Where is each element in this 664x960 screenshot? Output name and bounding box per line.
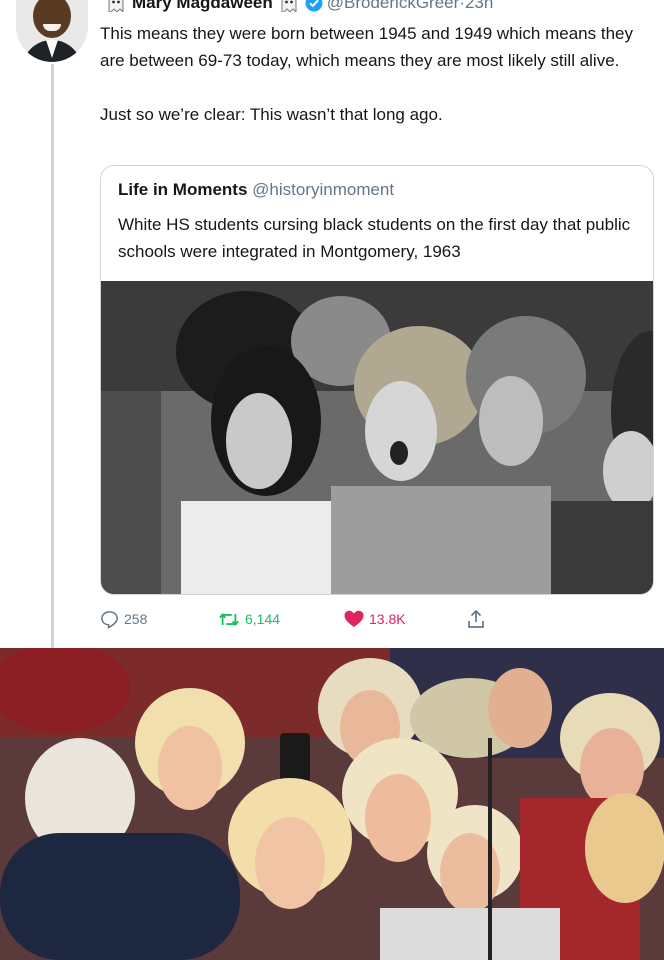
tweet-time[interactable]: 23h xyxy=(465,0,493,13)
quoted-author-handle: @historyinmoment xyxy=(252,180,395,199)
avatar-head xyxy=(33,0,71,38)
tweet-body: This means they were born between 1945 a… xyxy=(100,20,650,128)
tweet-text-paragraph-1: This means they were born between 1945 a… xyxy=(100,24,633,70)
tweet-actions: 258 6,144 13.8K xyxy=(100,608,520,630)
quoted-tweet[interactable]: Life in Moments @historyinmoment White H… xyxy=(100,165,654,595)
retweet-icon xyxy=(219,612,239,626)
ghost-emoji-icon xyxy=(281,0,297,12)
author-name[interactable]: Mary Magdaween xyxy=(132,0,273,13)
ghost-emoji-icon xyxy=(108,0,124,12)
reply-icon xyxy=(101,610,118,629)
like-count: 13.8K xyxy=(369,611,406,627)
retweet-count: 6,144 xyxy=(245,611,281,627)
retweet-button[interactable]: 6,144 xyxy=(218,608,280,630)
like-button[interactable]: 13.8K xyxy=(344,608,406,630)
share-icon xyxy=(468,609,484,628)
quoted-photo[interactable] xyxy=(101,281,653,594)
reply-button[interactable]: 258 xyxy=(100,608,147,630)
tweet-text-paragraph-2: Just so we’re clear: This wasn’t that lo… xyxy=(100,105,443,124)
reply-count: 258 xyxy=(124,611,148,627)
thread-line xyxy=(51,64,54,648)
quoted-author-name: Life in Moments xyxy=(118,180,248,199)
quoted-text: White HS students cursing black students… xyxy=(118,215,631,261)
tweet-header: Mary Magdaween @BroderickGreer · 23h xyxy=(100,0,493,16)
quoted-header: Life in Moments @historyinmoment xyxy=(118,180,394,200)
share-button[interactable] xyxy=(467,608,490,630)
avatar[interactable] xyxy=(16,0,88,62)
author-handle[interactable]: @BroderickGreer xyxy=(327,0,460,13)
verified-badge-icon xyxy=(305,0,323,12)
heart-icon xyxy=(344,610,364,627)
tweet: Mary Magdaween @BroderickGreer · 23h Thi… xyxy=(0,0,664,648)
rally-photo xyxy=(0,648,664,960)
